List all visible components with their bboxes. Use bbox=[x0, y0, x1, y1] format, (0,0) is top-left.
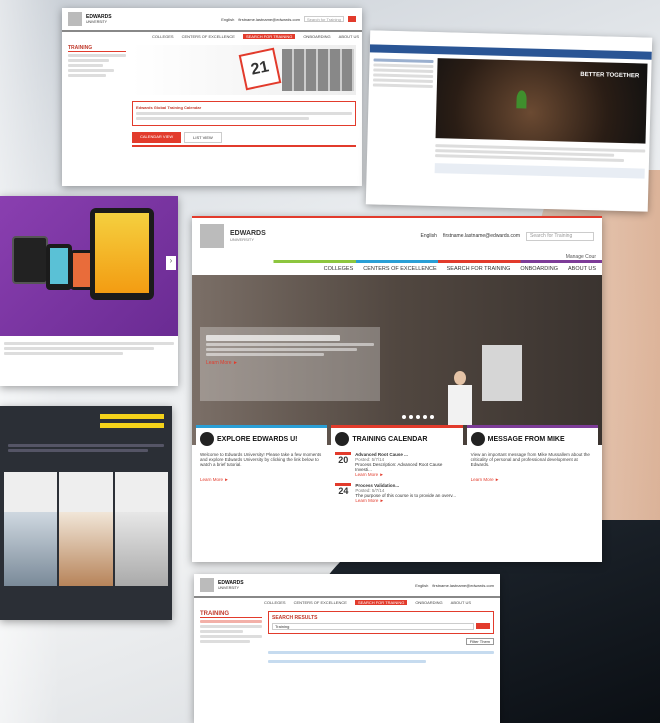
carousel-next-arrow[interactable]: › bbox=[166, 256, 176, 270]
hero-slideshow: Learn More ► bbox=[192, 275, 602, 445]
language-select[interactable]: English bbox=[421, 233, 437, 239]
hero-caption: Learn More ► bbox=[200, 327, 380, 401]
blue-page-panel: BETTER TOGETHER bbox=[365, 30, 653, 212]
search-input[interactable]: Search for Training bbox=[526, 231, 594, 241]
language-select[interactable]: English bbox=[415, 583, 428, 588]
training-page-panel: EDWARDS UNIVERSITY English firstname.last… bbox=[62, 8, 362, 186]
main-nav: COLLEGES CENTERS OF EXCELLENCE SEARCH FO… bbox=[192, 260, 602, 275]
search-button[interactable] bbox=[348, 16, 356, 22]
logo bbox=[68, 12, 82, 26]
hero-image-plant: BETTER TOGETHER bbox=[435, 58, 648, 144]
search-button[interactable] bbox=[476, 623, 490, 629]
section-title: TRAINING bbox=[68, 45, 126, 52]
user-email: firstname.lastname@edwards.com bbox=[442, 233, 520, 239]
login-field-username[interactable] bbox=[100, 414, 164, 419]
sidebar: TRAINING bbox=[68, 45, 126, 159]
language-select[interactable]: English bbox=[221, 17, 234, 22]
explore-icon bbox=[200, 432, 214, 446]
logo[interactable] bbox=[200, 578, 214, 592]
nav-search-training[interactable]: SEARCH FOR TRAINING bbox=[242, 34, 296, 39]
nav-search-training[interactable]: SEARCH FOR TRAINING bbox=[447, 266, 511, 272]
nav-colleges[interactable]: COLLEGES bbox=[324, 266, 354, 272]
nav-centers[interactable]: CENTERS OF EXCELLENCE bbox=[182, 34, 235, 39]
search-results-panel: EDWARDS UNIVERSITY English firstname.last… bbox=[194, 574, 500, 723]
hero-learn-more[interactable]: Learn More ► bbox=[206, 360, 374, 366]
notice-box: Edwards Global Training Calendar bbox=[132, 101, 356, 126]
nav-search-training[interactable]: SEARCH FOR TRAINING bbox=[354, 600, 408, 605]
blue-sidebar bbox=[371, 56, 434, 173]
tab-list-view[interactable]: LIST VIEW bbox=[184, 132, 222, 143]
nav-about[interactable]: ABOUT US bbox=[339, 34, 359, 39]
explore-card: EXPLORE EDWARDS U! Welcome to Edwards Un… bbox=[196, 425, 328, 543]
message-card: MESSAGE FROM MIKE View an important mess… bbox=[466, 425, 598, 543]
login-field-password[interactable] bbox=[100, 423, 164, 428]
user-email: firstname.lastname@edwards.com bbox=[238, 16, 300, 22]
message-learn-more[interactable]: Learn More ► bbox=[471, 477, 594, 482]
tab-calendar-view[interactable]: CALENDAR VIEW bbox=[132, 132, 182, 143]
search-input[interactable]: Search for Training bbox=[304, 16, 344, 22]
calendar-event[interactable]: 24 Process Validation... Posted: 5/7/14 Th… bbox=[335, 483, 458, 503]
main-nav: COLLEGES CENTERS OF EXCELLENCE SEARCH FO… bbox=[194, 596, 500, 607]
calendar-event[interactable]: 20 Advanced Root Cause ... Posted: 5/7/14… bbox=[335, 452, 458, 477]
calendar-banner: 21 bbox=[132, 45, 356, 95]
search-box: SEARCH RESULTS Training bbox=[268, 611, 494, 634]
edwards-home-panel: EDWARDS UNIVERSITY English firstname.last… bbox=[192, 216, 602, 562]
calendar-icon bbox=[335, 432, 350, 446]
nav-onboarding[interactable]: ONBOARDING bbox=[520, 266, 558, 272]
nav-about[interactable]: ABOUT US bbox=[451, 600, 471, 605]
sidebar: TRAINING bbox=[200, 611, 262, 665]
search-query-input[interactable]: Training bbox=[272, 623, 474, 630]
nav-centers[interactable]: CENTERS OF EXCELLENCE bbox=[294, 600, 347, 605]
slideshow-dots[interactable] bbox=[402, 415, 434, 419]
brand-text: EDWARDS UNIVERSITY bbox=[218, 580, 244, 590]
nav-about[interactable]: ABOUT US bbox=[568, 266, 596, 272]
nav-colleges[interactable]: COLLEGES bbox=[152, 34, 174, 39]
brand-text: EDWARDS UNIVERSITY bbox=[230, 230, 266, 242]
main-nav: COLLEGES CENTERS OF EXCELLENCE SEARCH FO… bbox=[62, 30, 362, 41]
explore-learn-more[interactable]: Learn More ► bbox=[200, 477, 323, 482]
devices-banner: › bbox=[0, 196, 178, 336]
person-icon bbox=[470, 432, 485, 446]
refine-button[interactable]: Filter Them bbox=[465, 638, 494, 645]
brand-text: EDWARDS UNIVERSITY bbox=[86, 14, 112, 24]
user-email: firstname.lastname@edwards.com bbox=[432, 582, 494, 588]
nav-onboarding[interactable]: ONBOARDING bbox=[415, 600, 442, 605]
dark-login-panel bbox=[0, 406, 172, 620]
nav-onboarding[interactable]: ONBOARDING bbox=[303, 34, 330, 39]
devices-panel: › bbox=[0, 196, 178, 386]
training-calendar-card: TRAINING CALENDAR 20 Advanced Root Cause… bbox=[331, 425, 463, 543]
logo[interactable] bbox=[200, 224, 224, 248]
nav-colleges[interactable]: COLLEGES bbox=[264, 600, 286, 605]
calendar-day: 21 bbox=[238, 47, 282, 91]
nav-centers[interactable]: CENTERS OF EXCELLENCE bbox=[363, 266, 436, 272]
